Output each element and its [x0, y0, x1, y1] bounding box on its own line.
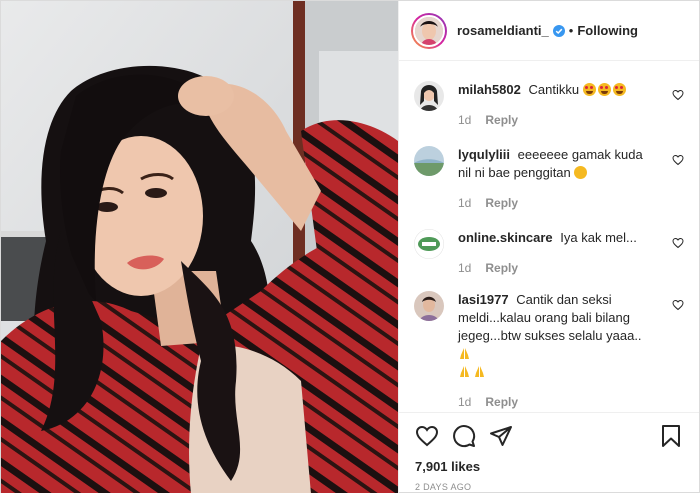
comment-username[interactable]: milah5802: [458, 82, 521, 97]
selfie-image: [1, 1, 398, 493]
crying-face-emoji-icon: [574, 166, 588, 179]
comment-text: lasi1977 Cantik dan seksi meldi...kalau …: [458, 291, 658, 381]
comment-username[interactable]: lyqulyliii: [458, 147, 510, 162]
commenter-avatar[interactable]: [414, 291, 444, 321]
action-icons: [415, 421, 683, 451]
heart-icon[interactable]: [415, 424, 439, 448]
comment-item: lasi1977 Cantik dan seksi meldi...kalau …: [414, 291, 684, 409]
post-actions: 7,901 likes 2 DAYS AGO: [399, 412, 699, 493]
like-comment-heart-icon[interactable]: [672, 89, 684, 101]
comment-content: Iya kak mel...: [560, 230, 637, 245]
folded-hands-emoji-icon: [475, 366, 484, 377]
bookmark-icon[interactable]: [659, 424, 683, 448]
like-comment-heart-icon[interactable]: [672, 154, 684, 166]
author-avatar-image: [415, 16, 443, 45]
author-username[interactable]: rosameldianti_: [457, 23, 549, 38]
verified-badge-icon: [552, 24, 565, 37]
commenter-avatar[interactable]: [414, 229, 444, 259]
like-comment-heart-icon[interactable]: [672, 237, 684, 249]
comment-meta: 1d Reply: [458, 395, 684, 409]
reply-button[interactable]: Reply: [485, 261, 518, 275]
comment-content: Cantikku: [528, 82, 580, 97]
header-separator: •: [568, 23, 574, 38]
comment-username[interactable]: online.skincare: [458, 230, 553, 245]
following-button[interactable]: Following: [577, 23, 638, 38]
instagram-post: rosameldianti_ • Following milah5802 Can…: [0, 0, 700, 493]
post-timestamp: 2 DAYS AGO: [415, 482, 472, 492]
commenter-avatar[interactable]: [414, 81, 444, 111]
comment-username[interactable]: lasi1977: [458, 292, 509, 307]
comment-time: 1d: [458, 261, 472, 275]
reply-button[interactable]: Reply: [485, 395, 518, 409]
comment-item: online.skincare Iya kak mel... 1d Reply: [414, 229, 684, 275]
comment-item: lyqulyliii eeeeeee gamak kuda nil ni bae…: [414, 146, 684, 210]
folded-hands-emoji-icon: [460, 366, 469, 377]
comments-list: milah5802 Cantikku 1d Reply lyqulyliii ee…: [399, 61, 699, 412]
folded-hands-emoji-icon: [460, 348, 469, 359]
reply-button[interactable]: Reply: [485, 113, 518, 127]
star-struck-emoji-icon: [612, 83, 626, 96]
comment-time: 1d: [458, 395, 472, 409]
comment-text: lyqulyliii eeeeeee gamak kuda nil ni bae…: [458, 146, 658, 182]
post-side-panel: rosameldianti_ • Following milah5802 Can…: [398, 1, 699, 493]
comment-item: milah5802 Cantikku 1d Reply: [414, 81, 684, 127]
comment-time: 1d: [458, 196, 472, 210]
comment-icon[interactable]: [452, 424, 476, 448]
post-photo[interactable]: [1, 1, 398, 493]
commenter-avatar[interactable]: [414, 146, 444, 176]
like-comment-heart-icon[interactable]: [672, 299, 684, 311]
comment-meta: 1d Reply: [458, 261, 684, 275]
share-icon[interactable]: [489, 424, 513, 448]
reply-button[interactable]: Reply: [485, 196, 518, 210]
likes-count[interactable]: 7,901 likes: [415, 459, 683, 474]
comment-meta: 1d Reply: [458, 196, 684, 210]
comment-text: online.skincare Iya kak mel...: [458, 229, 658, 247]
star-struck-emoji-icon: [582, 83, 596, 96]
comment-meta: 1d Reply: [458, 113, 684, 127]
comment-time: 1d: [458, 113, 472, 127]
author-avatar[interactable]: [411, 12, 447, 49]
post-header: rosameldianti_ • Following: [399, 1, 699, 61]
star-struck-emoji-icon: [597, 83, 611, 96]
comment-text: milah5802 Cantikku: [458, 81, 658, 99]
